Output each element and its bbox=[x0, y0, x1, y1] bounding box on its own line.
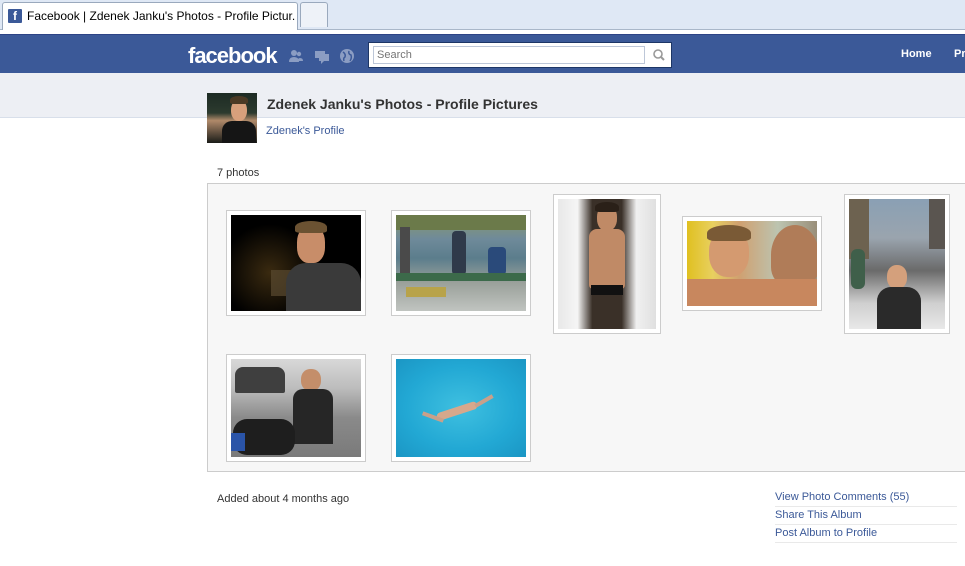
browser-tab-title: Facebook | Zdenek Janku's Photos - Profi… bbox=[27, 9, 295, 23]
messages-icon[interactable] bbox=[314, 48, 330, 64]
album-grid bbox=[207, 183, 965, 472]
photo-thumbnail-6[interactable] bbox=[226, 354, 366, 462]
facebook-top-bar: facebook Home Pr bbox=[0, 34, 965, 73]
new-tab-button[interactable] bbox=[300, 2, 328, 27]
search-box bbox=[368, 42, 672, 68]
view-photo-comments-link[interactable]: View Photo Comments (55) bbox=[775, 489, 957, 507]
share-album-link[interactable]: Share This Album bbox=[775, 507, 957, 525]
nav-home-link[interactable]: Home bbox=[901, 48, 932, 60]
facebook-logo[interactable]: facebook bbox=[188, 43, 278, 69]
friends-icon[interactable] bbox=[288, 48, 304, 64]
facebook-favicon-icon: f bbox=[8, 9, 22, 23]
nav-profile-link[interactable]: Pr bbox=[954, 48, 965, 60]
photo-thumbnail-2[interactable] bbox=[391, 210, 531, 316]
profile-link[interactable]: Zdenek's Profile bbox=[266, 125, 345, 137]
post-album-to-profile-link[interactable]: Post Album to Profile bbox=[775, 525, 957, 543]
album-added-date: Added about 4 months ago bbox=[217, 493, 350, 505]
photo-thumbnail-5[interactable] bbox=[844, 194, 950, 334]
photo-thumbnail-3[interactable] bbox=[553, 194, 661, 334]
photo-thumbnail-4[interactable] bbox=[682, 216, 822, 311]
album-actions-list: View Photo Comments (55) Share This Albu… bbox=[775, 489, 957, 543]
avatar[interactable] bbox=[207, 93, 257, 143]
photo-count: 7 photos bbox=[217, 167, 260, 179]
photo-thumbnail-7[interactable] bbox=[391, 354, 531, 462]
search-magnifier-icon[interactable] bbox=[649, 45, 669, 65]
notifications-globe-icon[interactable] bbox=[339, 48, 355, 64]
browser-tab-strip: f Facebook | Zdenek Janku's Photos - Pro… bbox=[0, 0, 965, 30]
page-title: Zdenek Janku's Photos - Profile Pictures bbox=[267, 96, 538, 112]
search-input[interactable] bbox=[373, 46, 645, 64]
photo-thumbnail-1[interactable] bbox=[226, 210, 366, 316]
browser-tab[interactable]: f Facebook | Zdenek Janku's Photos - Pro… bbox=[2, 2, 298, 30]
